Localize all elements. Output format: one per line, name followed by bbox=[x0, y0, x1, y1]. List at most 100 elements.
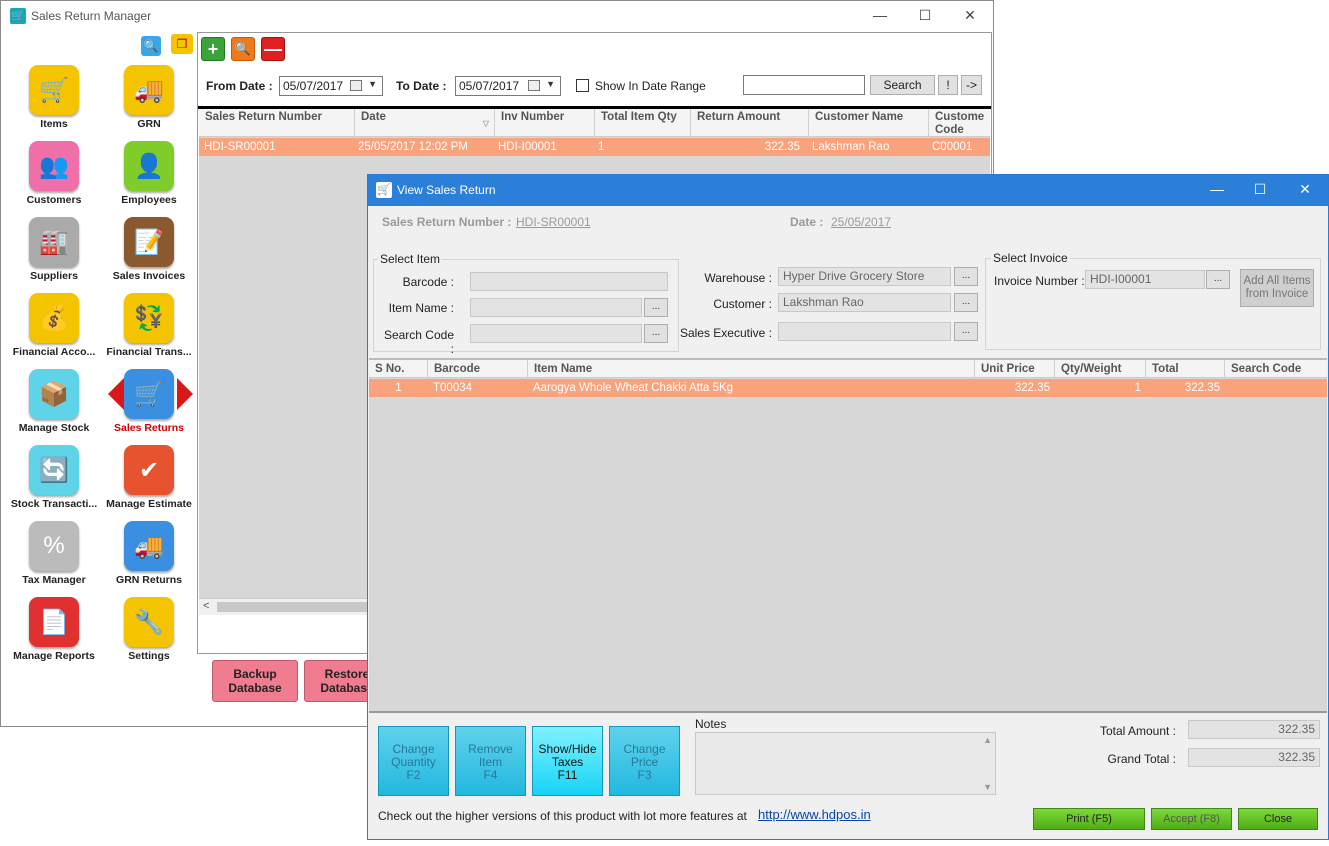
sidebar-item-label[interactable]: GRN bbox=[99, 118, 199, 130]
search-icon[interactable]: 🔍 bbox=[141, 36, 161, 56]
sidebar-item-label[interactable]: Employees bbox=[99, 194, 199, 206]
show-hide-taxes-button[interactable]: Show/Hide Taxes F11 bbox=[532, 726, 603, 796]
hdpos-link[interactable]: http://www.hdpos.in bbox=[758, 807, 871, 822]
search-input[interactable] bbox=[743, 75, 865, 95]
close-button[interactable]: ✕ bbox=[955, 7, 985, 24]
print-button[interactable]: Print (F5) bbox=[1033, 808, 1145, 830]
col-customer-code[interactable]: Custome Code bbox=[929, 109, 990, 137]
change-price-button[interactable]: Change Price F3 bbox=[609, 726, 680, 796]
sidebar-item-label[interactable]: Financial Acco... bbox=[4, 346, 104, 358]
col-inv-number[interactable]: Inv Number bbox=[495, 109, 595, 137]
remove-item-button[interactable]: Remove Item F4 bbox=[455, 726, 526, 796]
sidebar-item-stock-transacti[interactable]: 🔄 bbox=[29, 445, 79, 495]
sidebar-item-sales-returns[interactable]: 🛒 bbox=[124, 369, 174, 419]
sidebar-item-financial-trans[interactable]: 💱 bbox=[124, 293, 174, 343]
col-unit-price[interactable]: Unit Price bbox=[975, 360, 1055, 378]
scroll-down-icon[interactable]: ▼ bbox=[983, 782, 992, 792]
sidebar-item-label[interactable]: Customers bbox=[4, 194, 104, 206]
scroll-up-icon[interactable]: ▲ bbox=[983, 735, 992, 745]
customer-input[interactable]: Lakshman Rao bbox=[778, 293, 951, 312]
to-date-picker[interactable]: 05/07/2017 ▼ bbox=[455, 76, 561, 96]
scroll-left-icon[interactable]: < bbox=[203, 600, 209, 612]
add-button[interactable]: + bbox=[201, 37, 225, 61]
sidebar-item-label[interactable]: Tax Manager bbox=[4, 574, 104, 586]
search-code-input[interactable] bbox=[470, 324, 642, 343]
coins-icon: 💰 bbox=[39, 304, 69, 332]
filter-icon: ▽ bbox=[482, 119, 489, 128]
sidebar-item-grn[interactable]: 🚚 bbox=[124, 65, 174, 115]
dialog-maximize-button[interactable]: ☐ bbox=[1245, 181, 1275, 198]
sidebar-item-label[interactable]: Settings bbox=[99, 650, 199, 662]
dialog-minimize-button[interactable]: — bbox=[1202, 181, 1232, 197]
accept-button[interactable]: Accept (F8) bbox=[1151, 808, 1232, 830]
maximize-button[interactable]: ☐ bbox=[910, 7, 940, 24]
invoice-number-input[interactable]: HDI-I00001 bbox=[1085, 270, 1205, 289]
date-range-checkbox[interactable] bbox=[576, 79, 589, 92]
sales-executive-input[interactable] bbox=[778, 322, 951, 341]
sidebar-item-label[interactable]: Stock Transacti... bbox=[4, 498, 104, 510]
warehouse-browse-button[interactable]: ... bbox=[954, 267, 978, 286]
col-sno[interactable]: S No. bbox=[369, 360, 428, 378]
item-name-browse-button[interactable]: ... bbox=[644, 298, 668, 317]
sales-executive-browse-button[interactable]: ... bbox=[954, 322, 978, 341]
search-record-button[interactable]: 🔍 bbox=[231, 37, 255, 61]
sidebar-item-customers[interactable]: 👥 bbox=[29, 141, 79, 191]
sidebar-item-financial-acco[interactable]: 💰 bbox=[29, 293, 79, 343]
warehouse-input[interactable]: Hyper Drive Grocery Store bbox=[778, 267, 951, 286]
bang-button[interactable]: ! bbox=[938, 75, 958, 95]
sidebar-item-suppliers[interactable]: 🏭 bbox=[29, 217, 79, 267]
sidebar-item-manage-stock[interactable]: 📦 bbox=[29, 369, 79, 419]
change-price-label: Change Price bbox=[623, 742, 666, 769]
col-customer-name[interactable]: Customer Name bbox=[809, 109, 929, 137]
item-name-input[interactable] bbox=[470, 298, 642, 317]
windows-icon[interactable]: ❐ bbox=[171, 34, 193, 54]
next-button[interactable]: -> bbox=[961, 75, 982, 95]
remove-item-key: F4 bbox=[483, 768, 498, 782]
sidebar-item-label[interactable]: Sales Returns bbox=[99, 422, 199, 434]
sidebar-item-label[interactable]: Manage Estimate bbox=[99, 498, 199, 510]
sidebar-item-label[interactable]: Suppliers bbox=[4, 270, 104, 282]
col-barcode[interactable]: Barcode bbox=[428, 360, 528, 378]
sidebar-item-manage-estimate[interactable]: ✔ bbox=[124, 445, 174, 495]
col-total-qty[interactable]: Total Item Qty bbox=[595, 109, 691, 137]
sidebar-item-label[interactable]: Sales Invoices bbox=[99, 270, 199, 282]
sidebar-item-label[interactable]: Items bbox=[4, 118, 104, 130]
invoice-browse-button[interactable]: ... bbox=[1206, 270, 1230, 289]
sidebar-item-label[interactable]: Financial Trans... bbox=[99, 346, 199, 358]
customer-browse-button[interactable]: ... bbox=[954, 293, 978, 312]
sales-executive-label: Sales Executive : bbox=[679, 326, 772, 340]
sidebar-item-label[interactable]: Manage Reports bbox=[4, 650, 104, 662]
col-search-code[interactable]: Search Code bbox=[1225, 360, 1327, 378]
col-item-name[interactable]: Item Name bbox=[528, 360, 975, 378]
notes-textarea[interactable]: ▲ ▼ bbox=[695, 732, 996, 795]
sidebar-item-label[interactable]: GRN Returns bbox=[99, 574, 199, 586]
minimize-button[interactable]: — bbox=[865, 7, 895, 23]
sidebar-item-manage-reports[interactable]: 📄 bbox=[29, 597, 79, 647]
table-row[interactable]: 1 T00034 Aarogya Whole Wheat Chakki Atta… bbox=[369, 379, 1327, 397]
col-total[interactable]: Total bbox=[1146, 360, 1225, 378]
col-qty-weight[interactable]: Qty/Weight bbox=[1055, 360, 1146, 378]
sidebar-item-grn-returns[interactable]: 🚚 bbox=[124, 521, 174, 571]
barcode-input[interactable] bbox=[470, 272, 668, 291]
from-date-picker[interactable]: 05/07/2017 ▼ bbox=[279, 76, 383, 96]
sidebar-item-items[interactable]: 🛒 bbox=[29, 65, 79, 115]
backup-database-button[interactable]: Backup Database bbox=[212, 660, 298, 702]
change-quantity-button[interactable]: Change Quantity F2 bbox=[378, 726, 449, 796]
col-date[interactable]: Date ▽ bbox=[355, 109, 495, 137]
sidebar-item-tax-manager[interactable]: % bbox=[29, 521, 79, 571]
dialog-close-button[interactable]: ✕ bbox=[1290, 181, 1320, 198]
table-row[interactable]: HDI-SR00001 25/05/2017 12:02 PM HDI-I000… bbox=[199, 138, 990, 156]
scrollbar-thumb[interactable] bbox=[217, 602, 367, 612]
close-dialog-button[interactable]: Close bbox=[1238, 808, 1318, 830]
search-button[interactable]: Search bbox=[870, 75, 935, 95]
col-return-number[interactable]: Sales Return Number bbox=[199, 109, 355, 137]
sidebar-item-employees[interactable]: 👤 bbox=[124, 141, 174, 191]
sidebar-item-sales-invoices[interactable]: 📝 bbox=[124, 217, 174, 267]
col-return-amount[interactable]: Return Amount bbox=[691, 109, 809, 137]
sidebar-item-settings[interactable]: 🔧 bbox=[124, 597, 174, 647]
search-code-browse-button[interactable]: ... bbox=[644, 324, 668, 343]
remove-button[interactable]: — bbox=[261, 37, 285, 61]
add-all-items-button[interactable]: Add All Items from Invoice bbox=[1240, 269, 1314, 307]
sidebar-item-label[interactable]: Manage Stock bbox=[4, 422, 104, 434]
invoice-icon: 📝 bbox=[134, 228, 164, 256]
